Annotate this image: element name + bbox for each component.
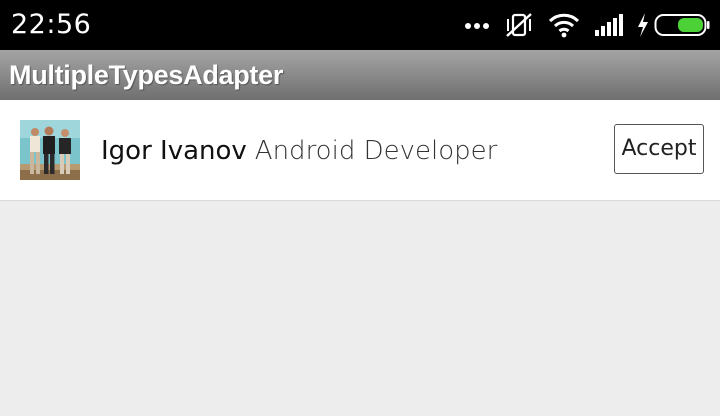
accept-button[interactable]: Accept	[614, 124, 704, 174]
photo-icon	[20, 120, 80, 180]
action-bar: MultipleTypesAdapter	[0, 50, 720, 100]
battery-icon	[654, 13, 710, 37]
more-dots-icon	[464, 20, 490, 30]
avatar	[20, 120, 80, 180]
wifi-icon	[548, 12, 580, 38]
app-title: MultipleTypesAdapter	[9, 60, 284, 90]
person-info: Igor Ivanov Android Developer	[101, 133, 497, 169]
signal-icon	[594, 13, 624, 37]
status-time: 22:56	[11, 9, 92, 40]
person-name: Igor Ivanov	[101, 136, 247, 166]
charging-bolt-icon	[636, 12, 650, 38]
status-bar: 22:56	[0, 0, 720, 50]
vibrate-off-icon	[504, 11, 534, 39]
person-job: Android Developer	[254, 136, 498, 166]
list-item[interactable]: Igor Ivanov Android Developer Accept	[0, 100, 720, 201]
status-icons	[464, 0, 710, 50]
